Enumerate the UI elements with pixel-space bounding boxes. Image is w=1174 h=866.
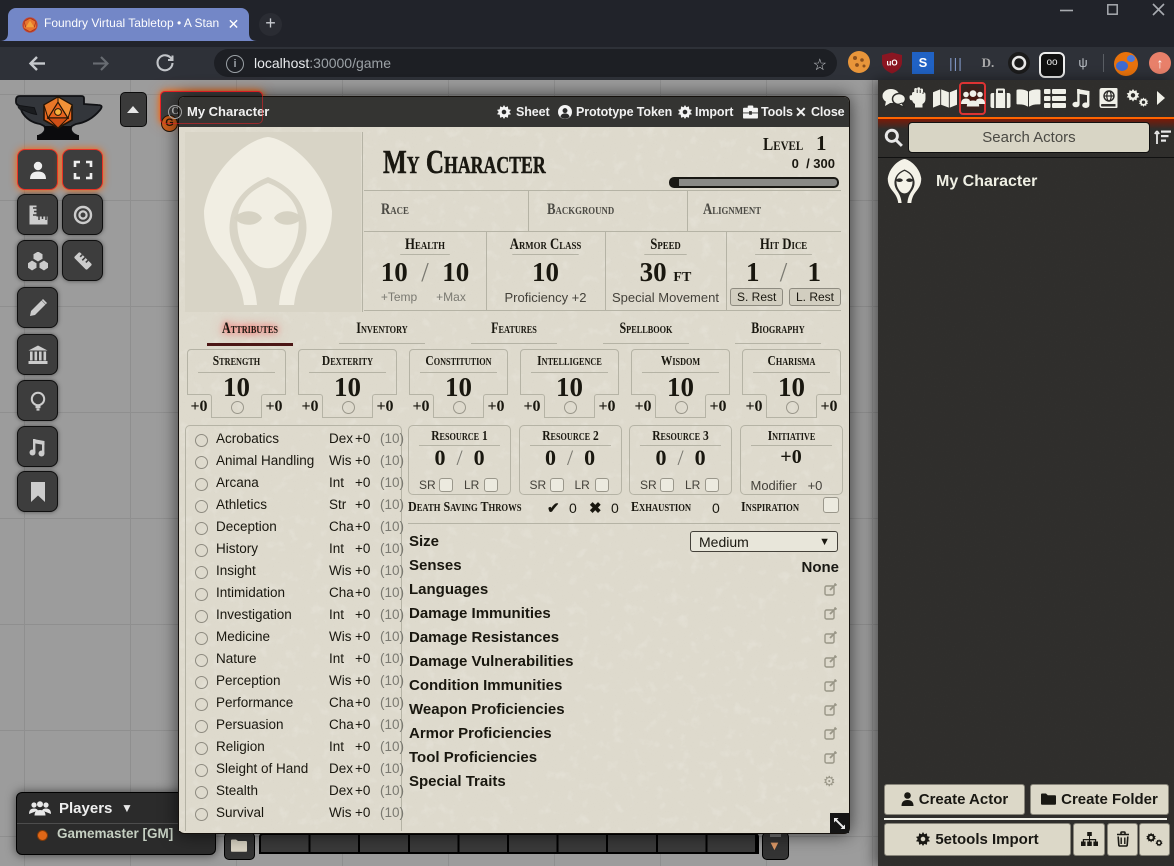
svg-text:uO: uO <box>886 59 897 68</box>
